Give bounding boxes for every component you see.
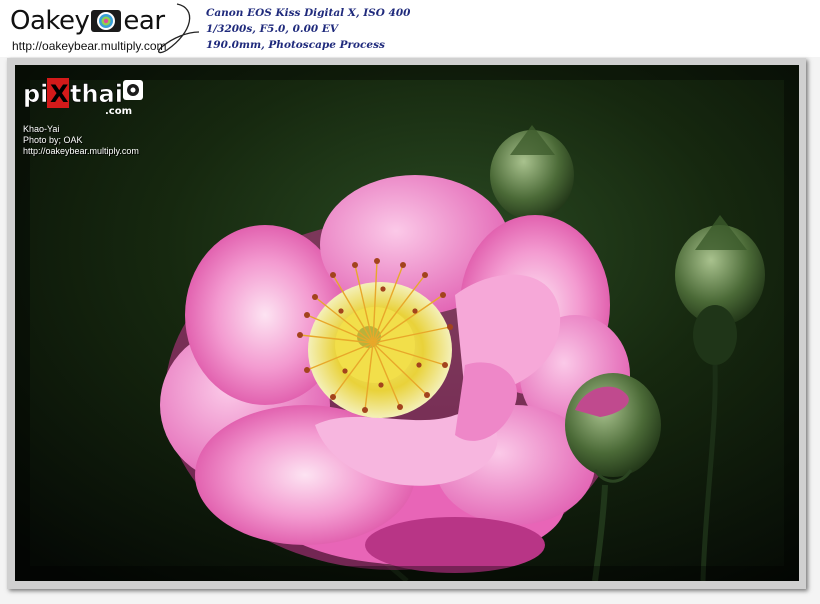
exif-info: Canon EOS Kiss Digital X, ISO 400 1/3200… bbox=[206, 5, 410, 53]
svg-text:thai: thai bbox=[70, 80, 123, 108]
exif-exposure: 1/3200s, F5.0, 0.00 EV bbox=[206, 23, 338, 35]
logo-text-left: Oakey bbox=[10, 6, 90, 36]
watermark-credit: Photo by; OAK bbox=[23, 135, 83, 145]
watermark-url: http://oakeybear.multiply.com bbox=[23, 146, 139, 156]
pixthai-logo: pi X thai .com bbox=[23, 78, 143, 117]
exif-lens: 190.0mm, Photoscape Process bbox=[206, 39, 385, 51]
svg-text:.com: .com bbox=[105, 106, 132, 116]
watermark-location: Khao-Yai bbox=[23, 124, 60, 134]
exif-camera: Canon EOS Kiss Digital X, ISO 400 bbox=[206, 7, 411, 19]
photo-header: Oakey ear http://oakeybear.multiply.com … bbox=[0, 0, 820, 57]
oakeybear-logo: Oakey ear bbox=[10, 4, 165, 38]
watermark-text: Khao-Yai Photo by; OAK http://oakeybear.… bbox=[23, 124, 145, 157]
camera-lens-icon bbox=[91, 10, 122, 32]
header-url: http://oakeybear.multiply.com bbox=[12, 39, 167, 53]
svg-text:pi: pi bbox=[23, 80, 48, 108]
pixthai-watermark: pi X thai .com Khao-Yai Photo by; OAK ht… bbox=[23, 72, 145, 157]
svg-text:X: X bbox=[50, 80, 69, 108]
